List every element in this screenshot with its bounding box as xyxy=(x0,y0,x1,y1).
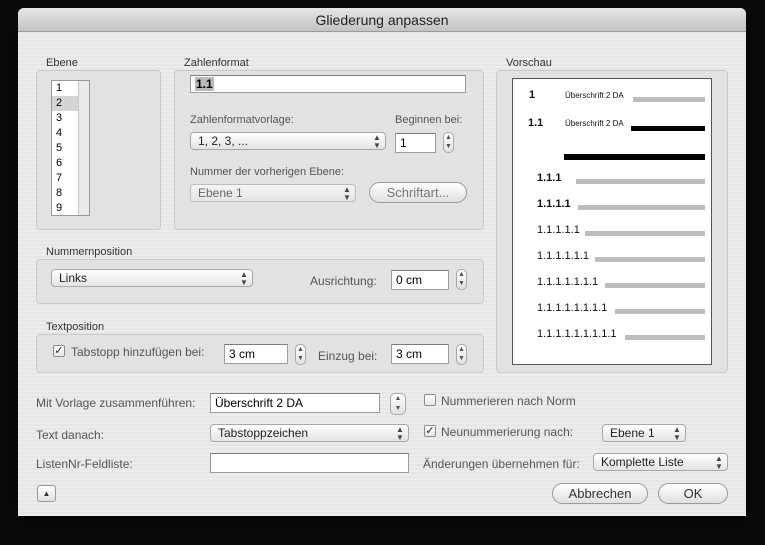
textposition-label: Textposition xyxy=(46,321,105,333)
zahlenformat-value: 1.1 xyxy=(195,77,214,91)
zahlenformat-group xyxy=(174,70,484,230)
checkmark-icon: ✓ xyxy=(54,345,64,357)
vorschau-number: 1 xyxy=(529,89,536,101)
popup-arrows-icon: ▲ ▼ xyxy=(373,133,381,150)
text-danach-label: Text danach: xyxy=(36,428,105,442)
vorschau-number: 1.1.1.1.1 xyxy=(537,224,580,236)
mit-vorlage-label: Mit Vorlage zusammenführen: xyxy=(36,396,196,410)
vorherige-ebene-value: Ebene 1 xyxy=(198,186,243,200)
tabstopp-checkbox[interactable]: ✓ xyxy=(53,345,65,357)
neunummerierung-popup[interactable]: Ebene 1 ▲ ▼ xyxy=(602,424,686,442)
aenderungen-value: Komplette Liste xyxy=(601,455,684,469)
vorschau-number: 1.1.1.1.1.1.1 xyxy=(537,276,599,288)
zahlenformatvorlage-label: Zahlenformatvorlage: xyxy=(190,114,294,126)
ok-button[interactable]: OK xyxy=(658,483,728,504)
ebene-listbox[interactable]: 123456789 xyxy=(51,80,90,216)
ausrichtung-label: Ausrichtung: xyxy=(310,274,377,288)
einzug-stepper[interactable]: ▲ ▼ xyxy=(456,344,467,365)
vorschau-number: 1.1.1.1.1.1.1.1 xyxy=(537,302,608,314)
dialog-window: Gliederung anpassen Ebene 123456789 Zahl… xyxy=(18,8,746,516)
mit-vorlage-stepper[interactable]: ▲ ▼ xyxy=(390,393,406,415)
popup-arrows-icon: ▲ ▼ xyxy=(240,270,248,287)
beginnen-field[interactable]: 1 xyxy=(395,133,436,153)
vorschau-text-bar xyxy=(605,283,705,288)
zahlenformatvorlage-value: 1, 2, 3, ... xyxy=(198,134,249,148)
aenderungen-label: Änderungen übernehmen für: xyxy=(423,457,580,471)
popup-arrows-icon: ▲ ▼ xyxy=(343,185,351,202)
abbrechen-button[interactable]: Abbrechen xyxy=(552,483,648,504)
nummernposition-popup[interactable]: Links ▲ ▼ xyxy=(51,269,253,287)
zahlenformat-label: Zahlenformat xyxy=(184,57,249,69)
nummerieren-label: Nummerieren nach Norm xyxy=(441,394,576,408)
vorschau-heading-text: Überschrift 2 DA xyxy=(565,91,624,100)
vorschau-label: Vorschau xyxy=(506,57,552,69)
neunummerierung-checkbox[interactable]: ✓ xyxy=(424,425,436,437)
nummerieren-checkbox[interactable] xyxy=(424,394,436,406)
ebene-scrollbar[interactable] xyxy=(78,81,89,215)
vorschau-text-bar xyxy=(625,335,705,340)
beginnen-label: Beginnen bei: xyxy=(395,114,463,126)
einzug-label: Einzug bei: xyxy=(318,349,378,363)
text-danach-popup[interactable]: Tabstoppzeichen ▲ ▼ xyxy=(210,424,409,442)
neunummerierung-label: Neunummerierung nach: xyxy=(441,425,574,439)
schriftart-button[interactable]: Schriftart... xyxy=(369,182,467,203)
vorschau-text-bar xyxy=(631,126,705,131)
ausrichtung-field[interactable]: 0 cm xyxy=(391,270,449,290)
vorschau-number: 1.1.1.1.1.1.1.1.1 xyxy=(537,328,617,340)
tabstopp-stepper[interactable]: ▲ ▼ xyxy=(295,344,306,365)
text-danach-value: Tabstoppzeichen xyxy=(218,426,309,440)
tabstopp-label: Tabstopp hinzufügen bei: xyxy=(71,345,205,359)
vorschau-number: 1.1.1 xyxy=(537,172,562,184)
zahlenformatvorlage-popup[interactable]: 1, 2, 3, ... ▲ ▼ xyxy=(190,132,386,150)
vorschau-text-bar xyxy=(576,179,705,184)
triangle-up-icon: ▲ xyxy=(42,489,51,498)
vorschau-text-bar xyxy=(585,231,705,236)
listennr-label: ListenNr-Feldliste: xyxy=(36,457,133,471)
nummernposition-label: Nummernposition xyxy=(46,246,133,258)
popup-arrows-icon: ▲ ▼ xyxy=(715,454,723,471)
vorschau-number: 1.1.1.1 xyxy=(537,198,571,210)
dialog-content: Ebene 123456789 Zahlenformat 1.1 Zahlenf… xyxy=(18,32,746,516)
vorschau-text-bar xyxy=(615,309,705,314)
window-title: Gliederung anpassen xyxy=(18,8,746,32)
vorschau-heading-text: Überschrift 2 DA xyxy=(565,119,624,128)
vorschau-number: 1.1 xyxy=(528,117,544,129)
vorherige-ebene-popup[interactable]: Ebene 1 ▲ ▼ xyxy=(190,184,356,202)
vorschau-text-bar xyxy=(633,97,705,102)
ebene-label: Ebene xyxy=(46,57,78,69)
collapse-button[interactable]: ▲ xyxy=(37,485,56,502)
vorschau-panel: 1 Überschrift 2 DA 1.1 Überschrift 2 DA 1.1.… xyxy=(512,78,712,365)
beginnen-stepper[interactable]: ▲ ▼ xyxy=(443,132,454,153)
vorschau-text-bar xyxy=(595,257,705,262)
checkmark-icon: ✓ xyxy=(425,425,435,437)
vorschau-text-bar xyxy=(578,205,705,210)
vorherige-ebene-label: Nummer der vorherigen Ebene: xyxy=(190,166,345,178)
listennr-field[interactable] xyxy=(210,453,409,473)
neunummerierung-value: Ebene 1 xyxy=(610,426,655,440)
mit-vorlage-field[interactable]: Überschrift 2 DA xyxy=(210,393,380,413)
ausrichtung-stepper[interactable]: ▲ ▼ xyxy=(456,269,467,290)
aenderungen-popup[interactable]: Komplette Liste ▲ ▼ xyxy=(593,453,728,471)
nummernposition-value: Links xyxy=(59,271,88,285)
einzug-field[interactable]: 3 cm xyxy=(391,344,449,364)
tabstopp-field[interactable]: 3 cm xyxy=(224,344,288,364)
vorschau-number: 1.1.1.1.1.1 xyxy=(537,250,589,262)
popup-arrows-icon: ▲ ▼ xyxy=(396,425,404,442)
popup-arrows-icon: ▲ ▼ xyxy=(673,425,681,442)
zahlenformat-field[interactable]: 1.1 xyxy=(190,75,466,93)
vorschau-text-bar xyxy=(564,154,705,160)
